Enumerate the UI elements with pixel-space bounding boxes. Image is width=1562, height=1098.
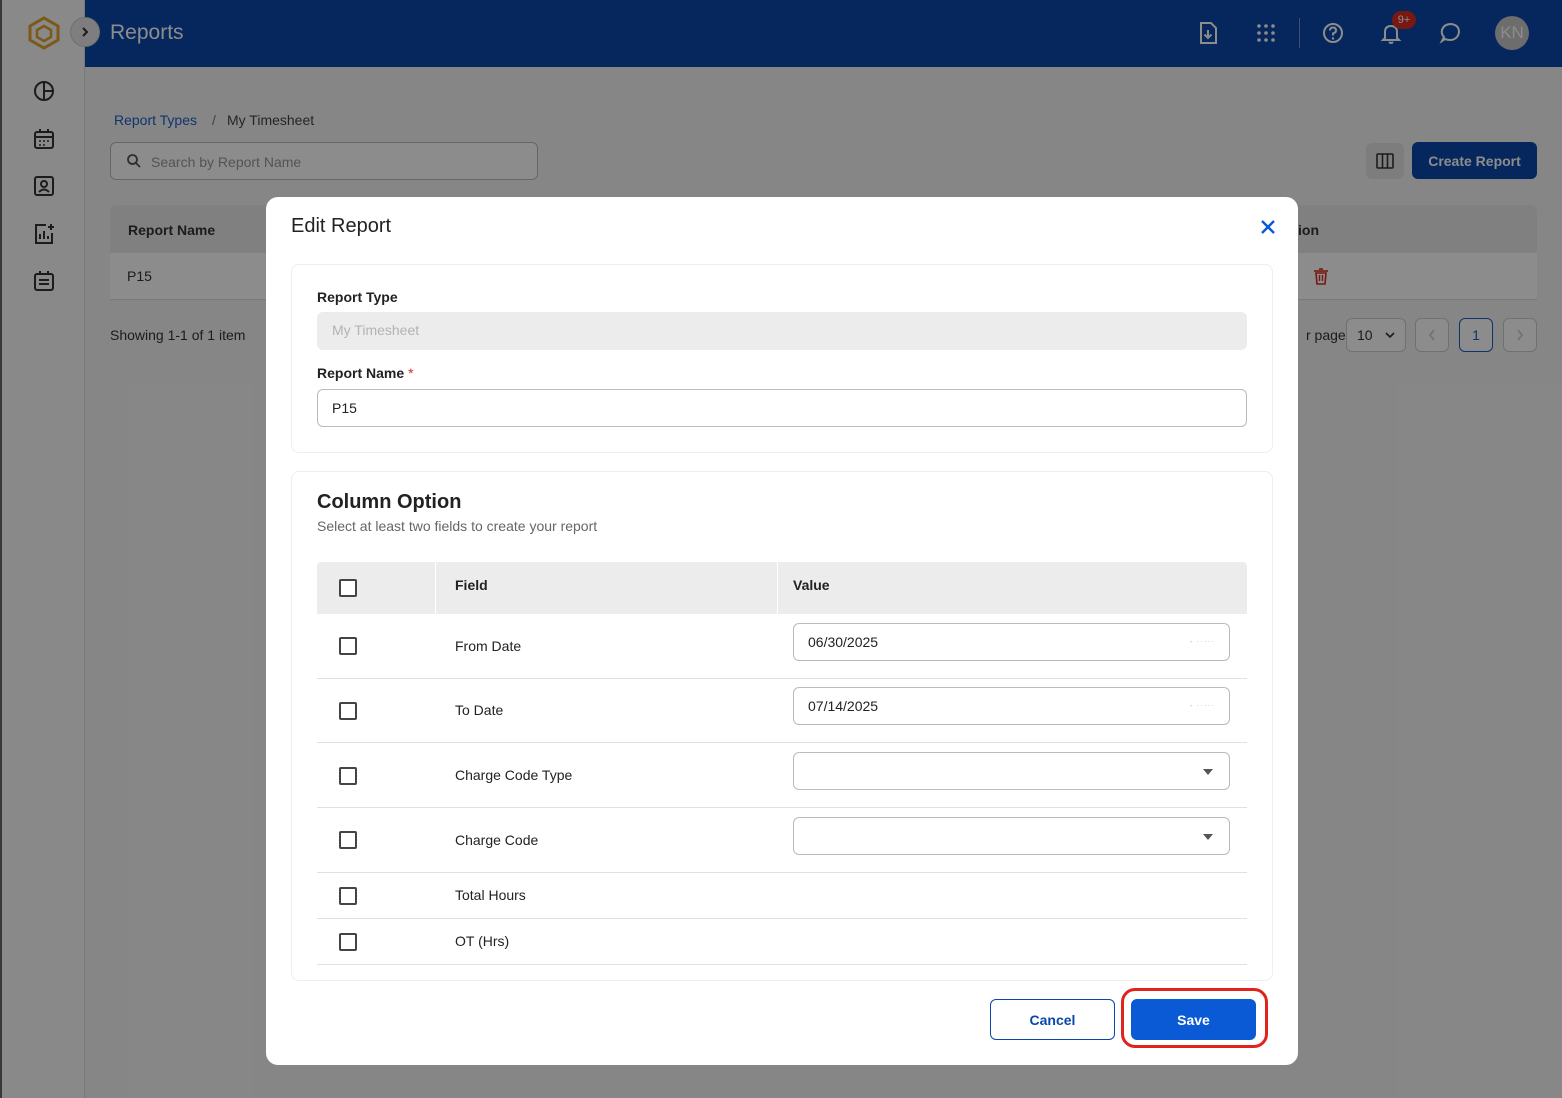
field-label: Total Hours [455, 887, 526, 903]
field-label: To Date [455, 702, 504, 718]
field-label: Charge Code Type [455, 767, 573, 783]
report-details-panel: Report Type My Timesheet Report Name * [291, 264, 1273, 453]
field-label: OT (Hrs) [455, 933, 510, 949]
field-label: From Date [455, 638, 522, 654]
report-name-label-text: Report Name [317, 365, 405, 381]
report-type-label: Report Type [317, 289, 398, 305]
select-all-checkbox[interactable] [339, 579, 357, 597]
table-row: From Date 06/30/2025 - ····· [317, 614, 1247, 679]
table-row: To Date 07/14/2025 - ····· [317, 679, 1247, 743]
save-button[interactable]: Save [1131, 999, 1256, 1040]
table-row: OT (Hrs) [317, 919, 1247, 965]
report-name-label: Report Name * [317, 365, 414, 381]
from-date-value: 06/30/2025 [808, 634, 879, 650]
column-option-panel: Column Option Select at least two fields… [291, 471, 1273, 981]
column-option-title: Column Option [317, 491, 462, 513]
field-label: Charge Code [455, 832, 539, 848]
to-date-input[interactable]: 07/14/2025 - ····· [793, 687, 1230, 725]
column-option-table-header: Field Value [317, 562, 1247, 614]
from-date-checkbox[interactable] [339, 637, 357, 655]
charge-code-select[interactable] [793, 817, 1230, 855]
date-picker-icon[interactable]: - ····· [1190, 701, 1215, 710]
report-name-input[interactable] [317, 389, 1247, 427]
header-divider [777, 562, 778, 614]
cancel-button[interactable]: Cancel [990, 999, 1115, 1040]
report-type-field: My Timesheet [317, 312, 1247, 350]
charge-code-type-select[interactable] [793, 752, 1230, 790]
table-row: Charge Code [317, 808, 1247, 873]
dropdown-caret-icon [1203, 834, 1213, 840]
close-icon [1261, 220, 1275, 234]
field-column-header: Field [455, 577, 488, 593]
charge-code-checkbox[interactable] [339, 831, 357, 849]
total-hours-checkbox[interactable] [339, 887, 357, 905]
column-option-subtitle: Select at least two fields to create you… [317, 518, 598, 534]
modal-title: Edit Report [291, 215, 392, 237]
required-mark: * [408, 365, 414, 381]
close-modal-button[interactable] [1256, 215, 1280, 239]
table-row: Total Hours [317, 873, 1247, 919]
ot-hours-checkbox[interactable] [339, 933, 357, 951]
to-date-checkbox[interactable] [339, 702, 357, 720]
dropdown-caret-icon [1203, 769, 1213, 775]
edit-report-modal: Edit Report Report Type My Timesheet Rep… [266, 197, 1298, 1065]
table-row: Charge Code Type [317, 743, 1247, 808]
from-date-input[interactable]: 06/30/2025 - ····· [793, 623, 1230, 661]
value-column-header: Value [793, 577, 830, 593]
date-picker-icon[interactable]: - ····· [1190, 637, 1215, 646]
charge-code-type-checkbox[interactable] [339, 767, 357, 785]
header-divider [435, 562, 436, 614]
to-date-value: 07/14/2025 [808, 698, 879, 714]
